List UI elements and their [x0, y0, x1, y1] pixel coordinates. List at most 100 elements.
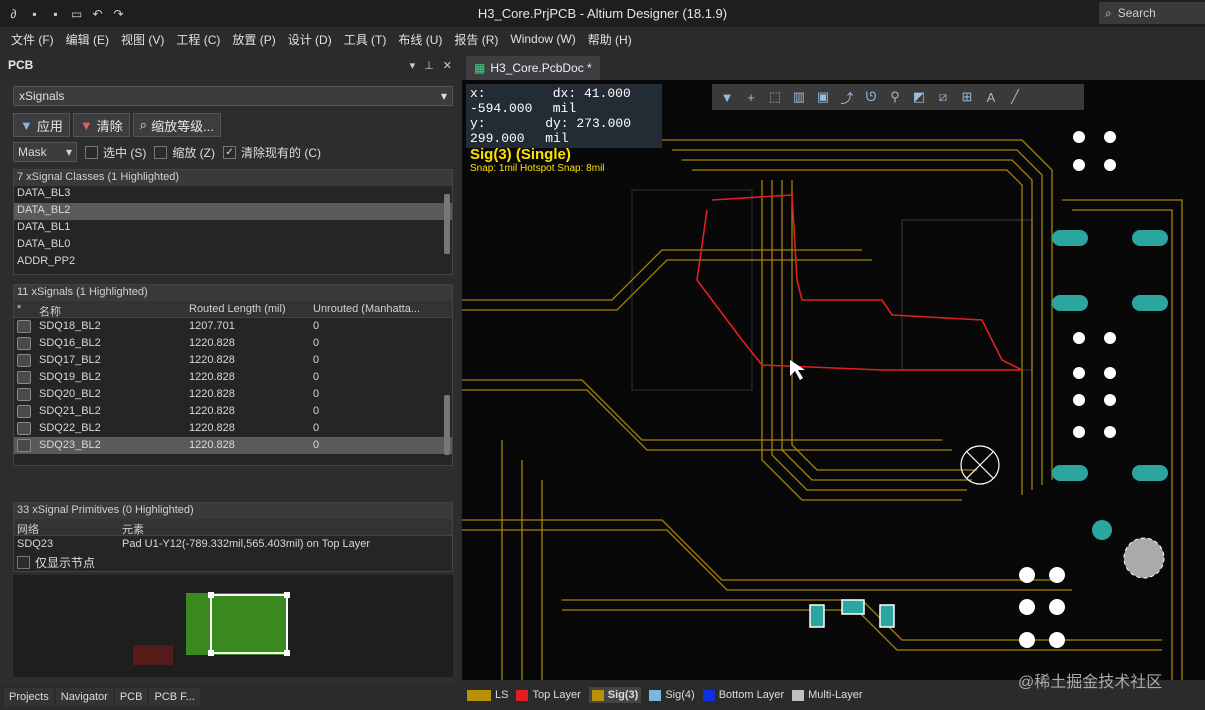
tab-pcb-filter[interactable]: PCB F... — [149, 688, 200, 706]
panel-tabs: Projects Navigator PCB PCB F... — [0, 684, 460, 710]
cell-name: SDQ18_BL2 — [39, 320, 101, 332]
layer-tab-bottom[interactable]: Bottom Layer — [702, 689, 784, 701]
cell-unrouted: 0 — [313, 320, 320, 332]
tab-pcb[interactable]: PCB — [114, 688, 148, 706]
undo-icon[interactable]: ↶ — [90, 6, 105, 21]
filter-icon[interactable]: ▼ — [718, 88, 736, 106]
menu-view[interactable]: 视图 (V) — [115, 31, 170, 48]
table-row[interactable]: SDQ21_BL2 1220.828 0 — [14, 403, 452, 420]
pin-icon[interactable]: ⊥ — [424, 59, 434, 72]
col-name[interactable]: 名称 — [36, 301, 186, 317]
clear-button[interactable]: ▼ 清除 — [72, 113, 130, 137]
xsignal-classes-list: 7 xSignal Classes (1 Highlighted) DATA_B… — [13, 169, 453, 275]
fill-icon[interactable]: ◩ — [910, 88, 928, 106]
color-swatch — [17, 422, 31, 435]
cell-name: SDQ19_BL2 — [39, 371, 101, 383]
table-row[interactable]: SDQ16_BL2 1220.828 0 — [14, 335, 452, 352]
menu-route[interactable]: 布线 (U) — [392, 31, 448, 48]
col-routed[interactable]: Routed Length (mil) — [186, 301, 310, 317]
clear-existing-checkbox[interactable]: ✓ 清除现有的 (C) — [223, 144, 321, 161]
pin-place-icon[interactable]: ⚲ — [886, 88, 904, 106]
menu-design[interactable]: 设计 (D) — [282, 31, 338, 48]
doc-tab-label: H3_Core.PcbDoc * — [490, 61, 592, 75]
panel-menu-icon[interactable]: ▾ — [410, 59, 416, 72]
zoom-checkbox[interactable]: 缩放 (Z) — [154, 144, 215, 161]
select-checkbox[interactable]: 选中 (S) — [85, 144, 146, 161]
route-icon[interactable]: ⤴ — [838, 88, 856, 106]
add-icon[interactable]: + — [742, 88, 760, 106]
cell-routed: 1220.828 — [189, 439, 235, 451]
mode-select[interactable]: xSignals ▾ — [13, 86, 453, 106]
select-rect-icon[interactable]: ⬚ — [766, 88, 784, 106]
search-input[interactable]: ⌕ Search — [1099, 2, 1205, 24]
menu-tools[interactable]: 工具 (T) — [338, 31, 393, 48]
cell-routed: 1207.701 — [189, 320, 235, 332]
mode-value: xSignals — [19, 89, 65, 103]
layer-tab-multi[interactable]: Multi-Layer — [792, 689, 863, 701]
zoom-level-button[interactable]: ⌕ 缩放等级... — [132, 113, 221, 137]
mask-select[interactable]: Mask ▾ — [13, 142, 77, 162]
menu-reports[interactable]: 报告 (R) — [448, 31, 504, 48]
hud-snap: Snap: 1mil Hotspot Snap: 8mil — [470, 163, 605, 174]
line-icon[interactable]: ╱ — [1006, 88, 1024, 106]
table-row[interactable]: SDQ23_BL2 1220.828 0 — [14, 437, 452, 454]
checkbox-box — [17, 556, 30, 569]
col-net[interactable]: 网络 — [14, 519, 119, 535]
tab-pcbdoc[interactable]: ▦ H3_Core.PcbDoc * — [466, 56, 600, 80]
tab-projects[interactable]: Projects — [4, 688, 54, 706]
menu-project[interactable]: 工程 (C) — [170, 31, 226, 48]
col-unrouted[interactable]: Unrouted (Manhatta... — [310, 301, 440, 317]
tab-navigator[interactable]: Navigator — [55, 688, 113, 706]
table-row[interactable]: SDQ20_BL2 1220.828 0 — [14, 386, 452, 403]
align-icon[interactable]: ▥ — [790, 88, 808, 106]
apply-label: 应用 — [36, 118, 63, 134]
redo-icon[interactable]: ↷ — [111, 6, 126, 21]
search-placeholder: Search — [1117, 6, 1156, 20]
list-item[interactable]: ADDR_PP2 — [14, 254, 452, 271]
scrollbar[interactable] — [444, 395, 450, 455]
menu-edit[interactable]: 编辑 (E) — [60, 31, 115, 48]
layer-tab-sig3[interactable]: Sig(3) — [588, 687, 642, 703]
component-icon[interactable]: ▣ — [814, 88, 832, 106]
layer-tab-top[interactable]: Top Layer — [516, 689, 581, 701]
list-item[interactable]: DATA_BL1 — [14, 220, 452, 237]
menu-help[interactable]: 帮助 (H) — [582, 31, 638, 48]
scrollbar[interactable] — [444, 194, 450, 254]
open-folder-icon[interactable]: ▭ — [69, 6, 84, 21]
list-item[interactable]: DATA_BL2 — [14, 203, 452, 220]
save-all-icon[interactable]: ▪ — [48, 6, 63, 21]
polygon-icon[interactable]: ⧄ — [934, 88, 952, 106]
col-star[interactable]: * — [14, 301, 36, 317]
quick-access-toolbar: ∂ ▪ ▪ ▭ ↶ ↷ — [0, 6, 126, 21]
list-item[interactable]: DATA_BL0 — [14, 237, 452, 254]
color-swatch — [17, 388, 31, 401]
table-row[interactable]: SDQ22_BL2 1220.828 0 — [14, 420, 452, 437]
col-element[interactable]: 元素 — [119, 519, 439, 535]
color-swatch — [17, 371, 31, 384]
table-row[interactable]: SDQ18_BL2 1207.701 0 — [14, 318, 452, 335]
color-swatch — [17, 439, 31, 452]
cell-unrouted: 0 — [313, 422, 320, 434]
close-icon[interactable]: ✕ — [443, 59, 452, 72]
board-navigator[interactable] — [13, 575, 453, 677]
zoom-label: 缩放 (Z) — [172, 145, 216, 160]
interactive-route-icon[interactable]: ᘎ — [862, 88, 880, 106]
layer-tab-ls[interactable]: LS — [467, 689, 508, 701]
only-nodes-checkbox[interactable]: 仅显示节点 — [14, 553, 452, 572]
hud-dy: dy: 273.000 mil — [545, 116, 632, 146]
apply-button[interactable]: ▼ 应用 — [13, 113, 70, 137]
dimension-icon[interactable]: ⊞ — [958, 88, 976, 106]
table-row[interactable]: SDQ17_BL2 1220.828 0 — [14, 352, 452, 369]
text-icon[interactable]: A — [982, 88, 1000, 106]
layer-tab-sig4[interactable]: Sig(4) — [649, 689, 695, 701]
table-row[interactable]: SDQ19_BL2 1220.828 0 — [14, 369, 452, 386]
menu-file[interactable]: 文件 (F) — [5, 31, 60, 48]
table-row[interactable]: SDQ23 Pad U1-Y12(-789.332mil,565.403mil)… — [14, 536, 452, 553]
list-item[interactable]: DATA_BL3 — [14, 186, 452, 203]
search-icon: ⌕ — [1105, 5, 1112, 20]
menu-window[interactable]: Window (W) — [504, 32, 581, 46]
save-icon[interactable]: ▪ — [27, 6, 42, 21]
window-title: H3_Core.PrjPCB - Altium Designer (18.1.9… — [477, 6, 728, 21]
checkbox-box — [85, 145, 98, 159]
menu-place[interactable]: 放置 (P) — [226, 31, 281, 48]
